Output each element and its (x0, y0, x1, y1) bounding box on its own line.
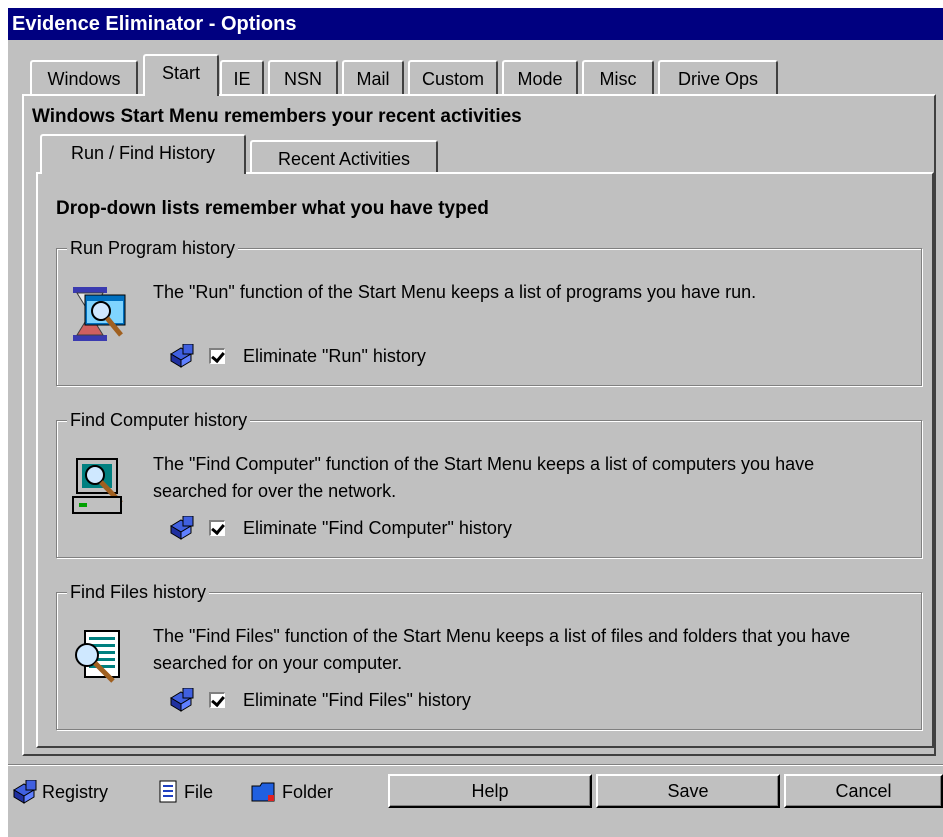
registry-icon (170, 516, 194, 540)
sub-heading: Drop-down lists remember what you have t… (56, 198, 489, 219)
file-icon (159, 780, 177, 803)
window-title: Evidence Eliminator - Options (8, 8, 943, 40)
bottom-separator (8, 764, 943, 766)
tab-misc[interactable]: Misc (582, 60, 654, 96)
group-legend: Run Program history (67, 236, 239, 260)
folder-legend: Folder (250, 778, 333, 806)
registry-icon (170, 344, 194, 368)
folder-label: Folder (282, 781, 334, 802)
page-heading: Windows Start Menu remembers your recent… (32, 106, 522, 127)
registry-label: Registry (42, 781, 109, 802)
tab-drive-ops[interactable]: Drive Ops (658, 60, 778, 96)
start-tab-panel: Windows Start Menu remembers your recent… (22, 94, 936, 756)
registry-legend: Registry (12, 778, 108, 806)
eliminate-find-computer-checkbox[interactable] (209, 520, 225, 536)
group-description: The "Find Computer" function of the Star… (153, 454, 815, 501)
find-files-icon (75, 630, 120, 683)
group-legend: Find Files history (67, 580, 210, 604)
run-program-history-group: Run Program history The "Run" function o… (56, 236, 922, 386)
file-label: File (184, 781, 214, 802)
save-button[interactable]: Save (596, 774, 780, 808)
find-computer-icon (72, 458, 123, 514)
eliminate-run-row: Eliminate "Run" history (169, 343, 426, 369)
checkbox-label[interactable]: Eliminate "Find Files" history (243, 690, 471, 711)
options-window: Evidence Eliminator - Options Windows St… (8, 8, 943, 837)
checkbox-label[interactable]: Eliminate "Run" history (243, 346, 426, 367)
registry-icon (13, 780, 37, 804)
run-hourglass-icon (73, 287, 126, 341)
eliminate-run-checkbox[interactable] (209, 348, 225, 364)
find-files-history-group: Find Files history The "Find Files" func… (56, 580, 922, 730)
group-description: The "Run" function of the Start Menu kee… (153, 282, 757, 302)
subtab-recent-activities[interactable]: Recent Activities (250, 140, 438, 176)
group-description: The "Find Files" function of the Start M… (153, 626, 851, 673)
group-legend: Find Computer history (67, 408, 251, 432)
checkbox-label[interactable]: Eliminate "Find Computer" history (243, 518, 512, 539)
run-find-history-panel: Drop-down lists remember what you have t… (36, 172, 934, 748)
eliminate-find-computer-row: Eliminate "Find Computer" history (169, 515, 512, 541)
cancel-button[interactable]: Cancel (784, 774, 943, 808)
file-legend: File (158, 778, 213, 806)
find-computer-history-group: Find Computer history The "Find Computer… (56, 408, 922, 558)
registry-icon (170, 688, 194, 712)
tab-ie[interactable]: IE (220, 60, 264, 96)
eliminate-find-files-row: Eliminate "Find Files" history (169, 687, 471, 713)
subtab-run-find-history[interactable]: Run / Find History (40, 134, 246, 174)
tab-start[interactable]: Start (143, 54, 219, 96)
tab-windows[interactable]: Windows (30, 60, 138, 96)
tab-nsn[interactable]: NSN (268, 60, 338, 96)
help-button[interactable]: Help (388, 774, 592, 808)
eliminate-find-files-checkbox[interactable] (209, 692, 225, 708)
tab-mail[interactable]: Mail (342, 60, 404, 96)
folder-icon (251, 782, 275, 802)
tab-custom[interactable]: Custom (408, 60, 498, 96)
tab-mode[interactable]: Mode (502, 60, 578, 96)
